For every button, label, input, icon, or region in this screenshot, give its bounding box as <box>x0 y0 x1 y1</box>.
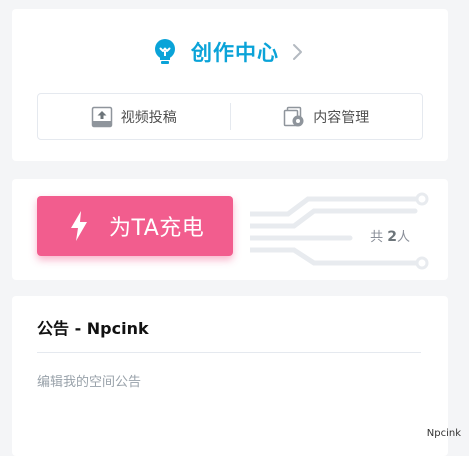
charge-count: 共 2人 <box>370 226 410 245</box>
charge-card: 为TA充电 共 2人 <box>12 179 448 280</box>
watermark: Npcink <box>426 428 461 439</box>
creation-center-card: 创作中心 视频投稿 内容管理 <box>12 9 448 161</box>
lightning-icon <box>71 211 87 241</box>
content-manage-label: 内容管理 <box>313 109 370 126</box>
charge-button-label: 为TA充电 <box>109 216 205 241</box>
notice-card: 公告 - Npcink 编辑我的空间公告 <box>12 296 448 456</box>
chevron-right-icon[interactable] <box>291 43 303 61</box>
charge-count-suffix: 人 <box>396 230 410 245</box>
charge-button[interactable]: 为TA充电 <box>37 196 233 256</box>
content-manage-icon <box>284 106 304 126</box>
video-upload-label: 视频投稿 <box>120 109 177 126</box>
circuit-decoration <box>250 192 429 270</box>
charge-count-prefix: 共 <box>370 230 384 245</box>
lightbulb-icon <box>155 39 175 64</box>
upload-icon <box>91 106 112 127</box>
video-upload-button[interactable]: 视频投稿 <box>38 94 230 139</box>
notice-divider <box>37 352 421 353</box>
content-manage-button[interactable]: 内容管理 <box>231 94 423 139</box>
charge-count-value: 2 <box>387 229 397 245</box>
notice-edit-field[interactable]: 编辑我的空间公告 <box>37 371 141 390</box>
creation-center-title: 创作中心 <box>191 41 279 65</box>
creation-actions: 视频投稿 内容管理 <box>37 93 423 140</box>
notice-title: 公告 - Npcink <box>37 319 149 338</box>
creation-center-header[interactable]: 创作中心 <box>12 35 448 69</box>
